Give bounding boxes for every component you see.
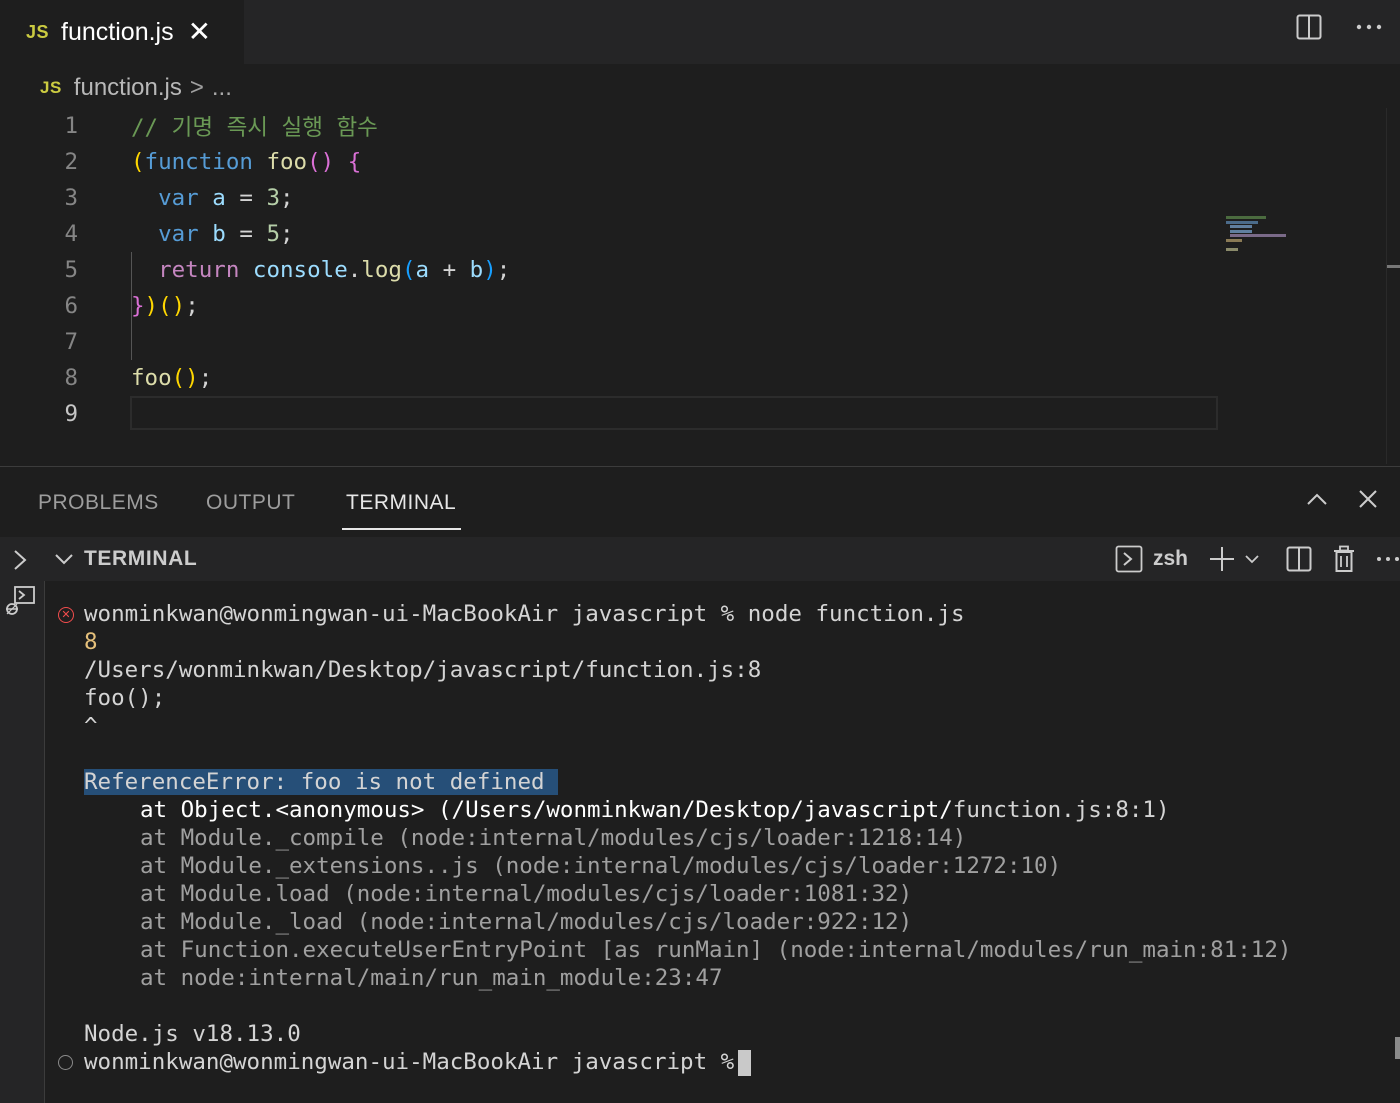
- code-editor[interactable]: 1 // 기명 즉시 실행 함수 2 (function foo() { 3 v…: [0, 108, 1386, 464]
- terminal-toolbar: zsh: [1115, 543, 1400, 575]
- javascript-file-icon: JS: [26, 21, 50, 42]
- code-text: foo();: [131, 365, 213, 391]
- panel-tab-bar: PROBLEMS OUTPUT TERMINAL: [0, 467, 1400, 537]
- javascript-file-icon: JS: [40, 78, 62, 97]
- chevron-down-icon[interactable]: [54, 552, 74, 566]
- bottom-panel: PROBLEMS OUTPUT TERMINAL TERMINAL zsh ✕ …: [0, 466, 1400, 1103]
- code-text: })();: [131, 293, 199, 319]
- close-icon[interactable]: ✕: [188, 18, 211, 46]
- code-line[interactable]: 4 var b = 5;: [0, 216, 1220, 252]
- tab-output[interactable]: OUTPUT: [206, 491, 295, 515]
- terminal-section-title: TERMINAL: [84, 547, 198, 570]
- terminal-line: at Module.load (node:internal/modules/cj…: [140, 881, 913, 907]
- split-editor-icon[interactable]: [1296, 14, 1322, 40]
- breadcrumb-separator: >: [189, 74, 204, 101]
- minimap[interactable]: [1226, 216, 1286, 256]
- code-line[interactable]: 9: [0, 396, 1220, 432]
- terminal-line: at node:internal/main/run_main_module:23…: [140, 965, 723, 991]
- terminal-prompt-line[interactable]: wonminkwan@wonmingwan-ui-MacBookAir java…: [84, 1048, 752, 1076]
- code-line[interactable]: 3 var a = 3;: [0, 180, 1220, 216]
- line-number: 1: [64, 113, 78, 139]
- error-status-icon: ✕: [58, 607, 74, 623]
- tab-terminal[interactable]: TERMINAL: [346, 491, 456, 515]
- breadcrumb-more[interactable]: ...: [212, 74, 232, 102]
- new-terminal-icon[interactable]: [1208, 545, 1236, 573]
- more-actions-icon[interactable]: [1376, 555, 1400, 563]
- line-number: 4: [64, 221, 78, 247]
- terminal-line: at Module._compile (node:internal/module…: [140, 825, 967, 851]
- terminal-line: foo();: [84, 685, 166, 711]
- line-number: 9: [64, 401, 78, 427]
- line-number: 2: [64, 149, 78, 175]
- terminal-line: at Module._load (node:internal/modules/c…: [140, 909, 913, 935]
- line-number: 8: [64, 365, 78, 391]
- editor-tab-bar: JS function.js ✕: [0, 0, 1400, 64]
- chevron-right-icon[interactable]: [12, 549, 28, 571]
- more-actions-icon[interactable]: [1356, 23, 1382, 31]
- code-text: (function foo() {: [131, 149, 362, 175]
- breadcrumb: JS function.js > ...: [40, 72, 232, 104]
- terminal-scrollbar[interactable]: [1395, 1037, 1400, 1059]
- code-line[interactable]: 2 (function foo() {: [0, 144, 1220, 180]
- terminal-line: ReferenceError: foo is not defined: [84, 768, 559, 796]
- active-tab-indicator: [342, 528, 461, 530]
- terminal-side-strip: [0, 537, 45, 1103]
- terminal-line: 8: [84, 629, 98, 655]
- code-comment: // 기명 즉시 실행 함수: [131, 115, 378, 141]
- maximize-panel-icon[interactable]: [1306, 492, 1328, 506]
- code-line[interactable]: 5 return console.log(a + b);: [0, 252, 1220, 288]
- code-text: var b = 5;: [158, 221, 294, 247]
- code-line[interactable]: 1 // 기명 즉시 실행 함수: [0, 108, 1220, 144]
- terminal-header: TERMINAL zsh: [44, 537, 1400, 581]
- panel-actions: [1306, 489, 1378, 509]
- prompt-status-icon: [58, 1055, 73, 1070]
- editor-actions: [1296, 14, 1382, 40]
- code-line[interactable]: 6 })();: [0, 288, 1220, 324]
- editor-scrollbar[interactable]: [1386, 108, 1400, 464]
- line-number: 6: [64, 293, 78, 319]
- close-panel-icon[interactable]: [1358, 489, 1378, 509]
- code-line[interactable]: 8 foo();: [0, 360, 1220, 396]
- terminal-icon[interactable]: [1115, 545, 1143, 573]
- split-terminal-icon[interactable]: [1286, 546, 1312, 572]
- code-text: return console.log(a + b);: [158, 257, 511, 283]
- line-number: 3: [64, 185, 78, 211]
- tab-problems[interactable]: PROBLEMS: [38, 491, 159, 515]
- code-line[interactable]: 7: [0, 324, 1220, 360]
- selected-text: ReferenceError: foo is not defined: [84, 769, 545, 795]
- debug-console-icon[interactable]: [4, 585, 36, 619]
- line-number: 5: [64, 257, 78, 283]
- line-number: 7: [64, 329, 78, 355]
- tab-title: function.js: [61, 17, 174, 46]
- scroll-marker: [1387, 265, 1400, 268]
- terminal-line: ^: [84, 713, 98, 739]
- tab-function-js[interactable]: JS function.js ✕: [0, 0, 244, 64]
- shell-name[interactable]: zsh: [1153, 547, 1188, 571]
- code-text: var a = 3;: [158, 185, 294, 211]
- terminal-line: at Object.<anonymous> (/Users/wonminkwan…: [140, 797, 1170, 823]
- terminal-cursor: [738, 1049, 752, 1076]
- terminal-line: at Function.executeUserEntryPoint [as ru…: [140, 937, 1292, 963]
- breadcrumb-file[interactable]: function.js: [74, 74, 182, 102]
- chevron-down-icon[interactable]: [1244, 554, 1260, 564]
- terminal-line: /Users/wonminkwan/Desktop/javascript/fun…: [84, 657, 762, 683]
- terminal-line: at Module._extensions..js (node:internal…: [140, 853, 1062, 879]
- terminal-line: Node.js v18.13.0: [84, 1021, 301, 1047]
- terminal-line: wonminkwan@wonmingwan-ui-MacBookAir java…: [84, 601, 965, 627]
- trash-icon[interactable]: [1332, 545, 1356, 573]
